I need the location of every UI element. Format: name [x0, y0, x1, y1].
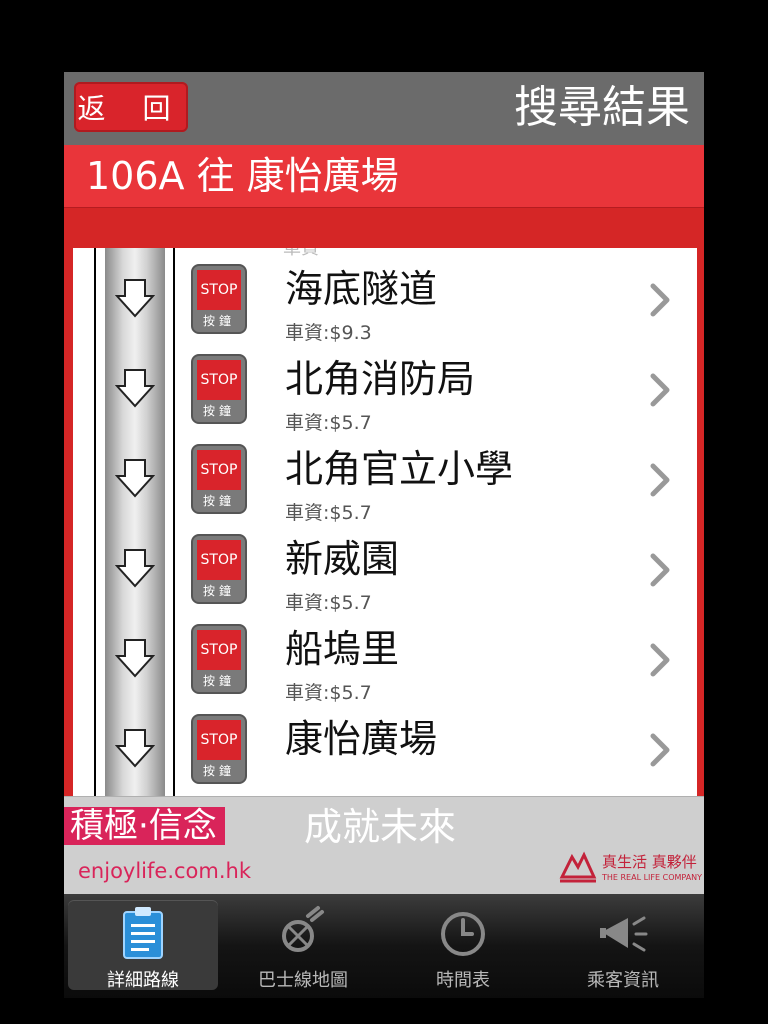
bus-map-icon — [282, 906, 324, 952]
chevron-right-icon — [650, 733, 670, 767]
stop-name: 新威園 — [285, 537, 400, 581]
chevron-right-icon — [650, 283, 670, 317]
stop-button-sublabel: 按鐘 — [202, 494, 235, 508]
stop-bell-button[interactable]: STOP 按鐘 — [191, 714, 247, 784]
stop-fare: 車資:$5.7 — [285, 502, 372, 524]
stop-button-label: STOP — [197, 540, 241, 580]
stop-button-label: STOP — [197, 630, 241, 670]
tab-label: 乘客資訊 — [587, 970, 659, 991]
ad-banner[interactable]: 積極·信念 成就未來 enjoylife.com.hk 真生活 真夥伴 THE … — [64, 796, 704, 895]
route-header: 106A 往 康怡廣場 — [64, 145, 704, 208]
stop-bell-button[interactable]: STOP 按鐘 — [191, 534, 247, 604]
stop-button-label: STOP — [197, 270, 241, 310]
stop-bell-button[interactable]: STOP 按鐘 — [191, 354, 247, 424]
navigation-bar: 返 回 搜尋結果 — [64, 72, 704, 145]
down-arrow-icon — [115, 549, 155, 588]
stop-row[interactable]: STOP 按鐘 新威園 車資:$5.7 — [73, 522, 697, 614]
stop-button-label: STOP — [197, 360, 241, 400]
tab-label: 時間表 — [436, 970, 490, 991]
down-arrow-icon — [115, 729, 155, 768]
stop-button-sublabel: 按鐘 — [202, 584, 235, 598]
down-arrow-icon — [115, 369, 155, 408]
chevron-right-icon — [650, 643, 670, 677]
ad-slogan: 成就未來 — [304, 805, 457, 849]
stop-button-label: STOP — [197, 720, 241, 760]
tab-passenger-info[interactable]: 乘客資訊 — [548, 900, 698, 991]
stop-button-sublabel: 按鐘 — [202, 314, 235, 328]
route-header-strip — [64, 208, 704, 248]
stop-bell-button[interactable]: STOP 按鐘 — [191, 444, 247, 514]
stop-name: 北角消防局 — [285, 357, 476, 401]
stop-row[interactable]: STOP 按鐘 北角官立小學 車資:$5.7 — [73, 432, 697, 524]
stop-row[interactable]: STOP 按鐘 北角消防局 車資:$5.7 — [73, 342, 697, 434]
back-button-label: 返 回 — [77, 92, 185, 125]
chevron-right-icon — [650, 463, 670, 497]
stop-bell-button[interactable]: STOP 按鐘 — [191, 264, 247, 334]
stop-name: 康怡廣場 — [285, 717, 438, 761]
stop-button-sublabel: 按鐘 — [202, 674, 235, 688]
page-title: 搜尋結果 — [514, 82, 690, 133]
stop-fare: 車資:$9.3 — [285, 322, 372, 344]
stop-button-sublabel: 按鐘 — [202, 764, 235, 778]
down-arrow-icon — [115, 279, 155, 318]
stop-name: 海底隧道 — [285, 267, 438, 311]
stop-bell-button[interactable]: STOP 按鐘 — [191, 624, 247, 694]
chevron-right-icon — [650, 553, 670, 587]
stop-button-sublabel: 按鐘 — [202, 404, 235, 418]
tab-label: 詳細路線 — [107, 970, 179, 991]
stop-row[interactable]: STOP 按鐘 康怡廣場 — [73, 702, 697, 792]
tab-timetable[interactable]: 時間表 — [388, 900, 538, 991]
stop-list[interactable]: 車資 STOP 按鐘 海底隧道 車資:$9.3 STOP 按鐘 北角消防局 車資… — [73, 248, 697, 796]
down-arrow-icon — [115, 639, 155, 678]
down-arrow-icon — [115, 459, 155, 498]
route-title: 106A 往 康怡廣場 — [86, 154, 399, 198]
tab-bus-map[interactable]: 巴士線地圖 — [228, 900, 378, 991]
clipboard-icon — [123, 907, 163, 959]
ad-logo-text: 真生活 真夥伴 — [602, 853, 697, 871]
stop-row[interactable]: STOP 按鐘 海底隧道 車資:$9.3 — [73, 252, 697, 344]
ad-url-link[interactable]: enjoylife.com.hk — [78, 859, 251, 883]
stop-fare: 車資:$5.7 — [285, 592, 372, 614]
tab-bar: 詳細路線 巴士線地圖 時間表 乘客資訊 — [64, 894, 704, 998]
stop-fare: 車資:$5.7 — [285, 682, 372, 704]
clock-icon — [441, 912, 485, 956]
chevron-right-icon — [650, 373, 670, 407]
stop-fare: 車資:$5.7 — [285, 412, 372, 434]
megaphone-icon — [600, 916, 648, 952]
ad-tagline: 積極·信念 — [64, 807, 225, 845]
stop-name: 北角官立小學 — [285, 447, 514, 491]
tab-route-details[interactable]: 詳細路線 — [68, 900, 218, 991]
back-button[interactable]: 返 回 — [74, 82, 188, 132]
stop-list-frame: 車資 STOP 按鐘 海底隧道 車資:$9.3 STOP 按鐘 北角消防局 車資… — [64, 248, 704, 796]
tab-label: 巴士線地圖 — [258, 970, 348, 991]
ad-logo-subtext: THE REAL LIFE COMPANY — [602, 873, 703, 882]
aia-logo-icon — [559, 851, 597, 883]
app-screen: 返 回 搜尋結果 106A 往 康怡廣場 車資 STOP 按鐘 海底隧道 車資: — [64, 72, 704, 944]
stop-button-label: STOP — [197, 450, 241, 490]
stop-name: 船塢里 — [285, 627, 400, 671]
stop-row[interactable]: STOP 按鐘 船塢里 車資:$5.7 — [73, 612, 697, 704]
